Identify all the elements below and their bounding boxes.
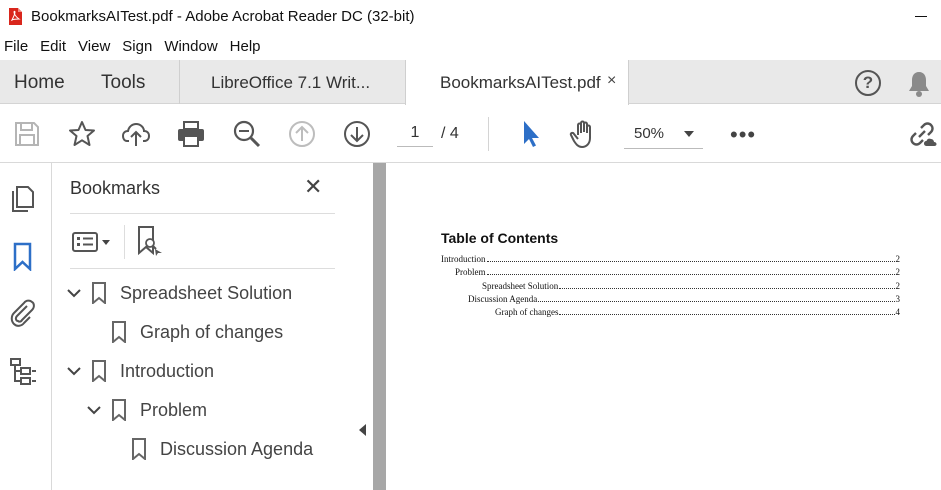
menu-edit[interactable]: Edit (34, 36, 72, 58)
document-page[interactable]: Table of Contents Introduction 2 Problem… (386, 163, 941, 490)
menu-view[interactable]: View (72, 36, 116, 58)
new-bookmark-icon[interactable] (136, 225, 164, 257)
structure-tree-icon[interactable] (8, 356, 38, 386)
bookmark-item[interactable]: Graph of changes (111, 317, 283, 347)
toc-entry[interactable]: Spreadsheet Solution 2 (482, 279, 900, 291)
toc-leader (559, 288, 895, 289)
chevron-down-icon[interactable] (65, 362, 83, 380)
bookmark-label: Discussion Agenda (160, 438, 314, 459)
tab-home[interactable]: Home (14, 72, 65, 94)
menu-window[interactable]: Window (158, 36, 223, 58)
next-page-icon[interactable] (342, 119, 372, 149)
save-icon[interactable] (12, 119, 42, 149)
bookmark-icon (112, 321, 126, 343)
bookmark-tools (70, 223, 335, 267)
toc-entry[interactable]: Introduction 2 (441, 252, 900, 264)
toc-entry[interactable]: Graph of changes 4 (495, 305, 900, 317)
tab-document-label: LibreOffice 7.1 Writ... (211, 73, 371, 92)
bookmark-item[interactable]: Spreadsheet Solution (65, 278, 292, 308)
toc-entry-text: Introduction (441, 254, 486, 264)
tab-document-label: BookmarksAITest.pdf (440, 73, 601, 92)
bookmark-label: Problem (140, 399, 208, 420)
tab-bar: Home Tools LibreOffice 7.1 Writ... Bookm… (0, 60, 941, 105)
page-thumbnails-icon[interactable] (8, 183, 38, 213)
toc-entry[interactable]: Problem 2 (455, 265, 900, 277)
zoom-search-icon[interactable] (232, 119, 262, 149)
bookmark-icon (132, 438, 146, 460)
chevron-down-icon[interactable] (85, 401, 103, 419)
acrobat-pdf-icon (9, 8, 22, 25)
print-icon[interactable] (176, 119, 206, 149)
menu-help[interactable]: Help (224, 36, 267, 58)
more-tools-icon[interactable]: ••• (730, 122, 756, 148)
cloud-upload-icon[interactable] (121, 119, 151, 149)
bookmark-panel-icon[interactable] (8, 241, 38, 271)
main-toolbar (0, 105, 941, 163)
bookmark-label: Graph of changes (140, 321, 284, 342)
toc-title: Table of Contents (441, 230, 559, 246)
minimize-button[interactable] (915, 16, 927, 17)
bookmark-icon (112, 399, 126, 421)
toolbar-divider (488, 117, 489, 151)
zoom-value: 50% (634, 125, 665, 142)
toc-entry[interactable]: Discussion Agenda 3 (468, 292, 900, 304)
chevron-down-icon[interactable] (65, 284, 83, 302)
previous-page-icon[interactable] (287, 119, 317, 149)
chevron-down-icon[interactable] (102, 240, 110, 245)
share-link-icon[interactable] (907, 119, 937, 149)
bookmark-label: Spreadsheet Solution (120, 282, 293, 303)
toc-leader (538, 301, 895, 302)
collapse-arrow-icon[interactable] (359, 424, 366, 436)
bookmark-item[interactable]: Introduction (65, 356, 214, 386)
tab-document-libreoffice[interactable]: LibreOffice 7.1 Writ... (180, 60, 404, 104)
close-icon[interactable]: ✕ (304, 174, 322, 200)
bookmark-icon (92, 282, 106, 304)
menu-file[interactable]: File (0, 36, 34, 58)
bookmark-item[interactable]: Discussion Agenda (131, 434, 313, 464)
chevron-down-icon (684, 131, 694, 137)
title-bar: BookmarksAITest.pdf - Adobe Acrobat Read… (0, 0, 941, 34)
toc-leader (486, 274, 895, 275)
star-icon[interactable] (67, 119, 97, 149)
toc-entry-text: Spreadsheet Solution (482, 281, 559, 291)
window-title: BookmarksAITest.pdf - Adobe Acrobat Read… (31, 8, 415, 25)
panel-collapse-handle[interactable] (351, 163, 373, 490)
toc-leader (559, 314, 895, 315)
attachments-icon[interactable] (8, 298, 38, 328)
notification-bell-icon[interactable] (906, 70, 932, 98)
toc-entry-page: 2 (895, 267, 901, 277)
tool-divider (124, 225, 125, 259)
bookmark-label: Introduction (120, 360, 215, 381)
toc-entry-text: Problem (455, 267, 486, 277)
tab-document-active[interactable]: BookmarksAITest.pdf × (405, 60, 629, 105)
zoom-dropdown[interactable]: 50% (624, 119, 703, 149)
panel-divider (70, 213, 335, 214)
toc-entry-page: 2 (895, 281, 901, 291)
toc-entry-text: Graph of changes (495, 307, 559, 317)
panel-divider (70, 268, 335, 269)
hand-tool-icon[interactable] (569, 119, 599, 149)
help-icon[interactable]: ? (855, 70, 881, 96)
bookmarks-panel: Bookmarks ✕ Spreadsheet Solution Graph o… (53, 163, 351, 490)
bookmark-item[interactable]: Problem (85, 395, 207, 425)
toc-leader (486, 261, 895, 262)
select-cursor-icon[interactable] (517, 119, 547, 149)
panel-title: Bookmarks (70, 178, 161, 198)
toc-entry-page: 3 (895, 294, 901, 304)
bookmark-icon (92, 360, 106, 382)
toc-entry-page: 4 (895, 307, 901, 317)
tab-close-icon[interactable]: × (607, 72, 616, 90)
toc-entry-page: 2 (895, 254, 901, 264)
toc-entry-text: Discussion Agenda (468, 294, 538, 304)
navigation-rail (0, 163, 52, 490)
page-number-input[interactable]: 1 (397, 119, 433, 147)
menu-bar: File Edit View Sign Window Help (0, 36, 267, 58)
tab-tools[interactable]: Tools (101, 72, 145, 94)
document-margin (373, 163, 386, 490)
menu-sign[interactable]: Sign (116, 36, 158, 58)
bookmark-options-icon[interactable] (72, 231, 98, 253)
page-total: / 4 (441, 125, 459, 142)
